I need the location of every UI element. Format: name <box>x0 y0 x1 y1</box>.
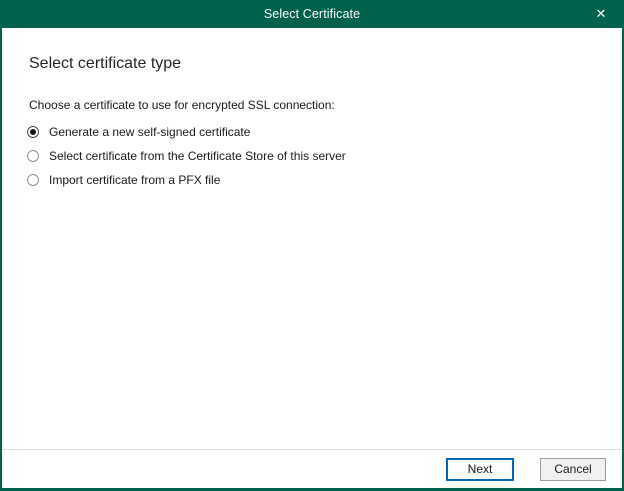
select-certificate-dialog: Select Certificate ✕ Select certificate … <box>0 0 624 491</box>
window-title: Select Certificate <box>0 0 624 28</box>
dialog-footer: Next Cancel <box>2 449 622 488</box>
instruction-text: Choose a certificate to use for encrypte… <box>29 98 622 112</box>
radio-button-icon <box>27 150 39 162</box>
radio-option-self-signed[interactable]: Generate a new self-signed certificate <box>2 120 622 144</box>
close-button[interactable]: ✕ <box>578 0 624 28</box>
radio-option-certificate-store[interactable]: Select certificate from the Certificate … <box>2 144 622 168</box>
close-icon: ✕ <box>596 6 607 22</box>
radio-button-icon <box>27 126 39 138</box>
radio-option-label: Select certificate from the Certificate … <box>49 149 346 163</box>
radio-button-icon <box>27 174 39 186</box>
radio-option-pfx-file[interactable]: Import certificate from a PFX file <box>2 168 622 192</box>
cancel-button[interactable]: Cancel <box>540 458 606 481</box>
certificate-type-radio-group: Generate a new self-signed certificate S… <box>2 120 622 192</box>
radio-option-label: Import certificate from a PFX file <box>49 173 220 187</box>
title-bar: Select Certificate ✕ <box>0 0 624 28</box>
dialog-body: Select certificate type Choose a certifi… <box>2 28 622 449</box>
next-button[interactable]: Next <box>446 458 514 481</box>
radio-option-label: Generate a new self-signed certificate <box>49 125 250 139</box>
page-title: Select certificate type <box>29 54 622 73</box>
